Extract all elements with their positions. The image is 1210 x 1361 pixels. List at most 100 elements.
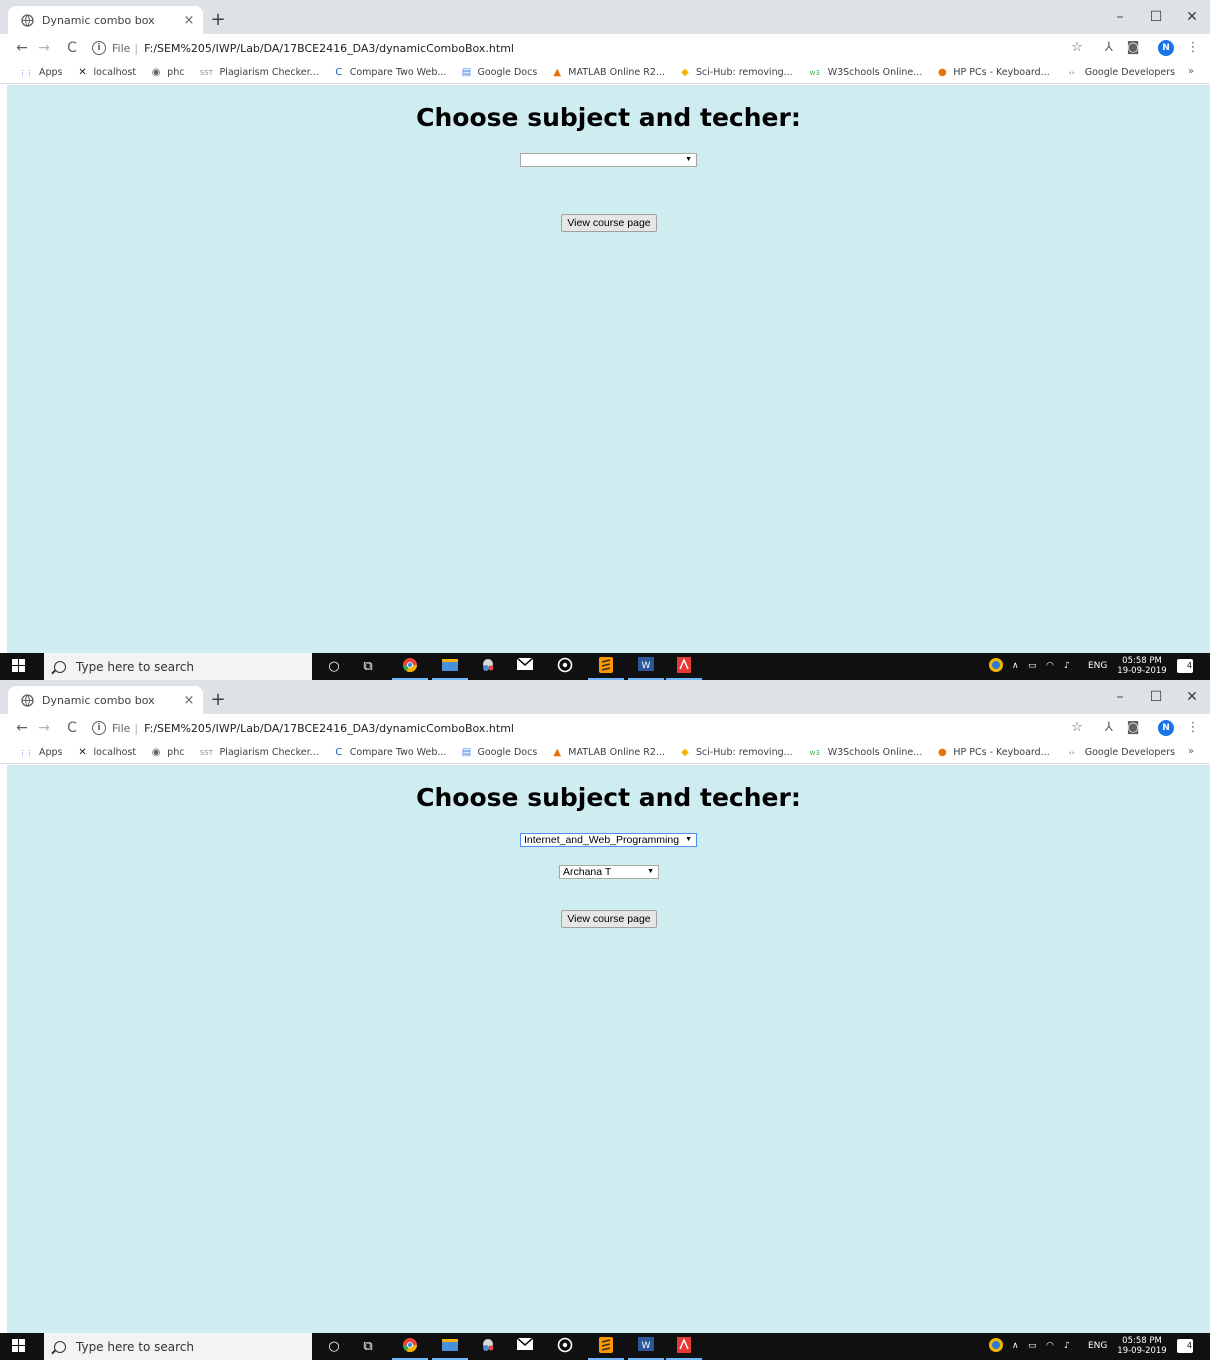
bookmark-item[interactable]: ▤ Google Docs xyxy=(460,67,538,79)
tab-active[interactable]: Dynamic combo box × xyxy=(8,686,203,714)
reload-icon[interactable]: C xyxy=(62,38,82,58)
bookmark-item[interactable]: ✕ localhost xyxy=(77,67,136,79)
chrome-icon[interactable] xyxy=(392,657,428,680)
reload-icon[interactable]: C xyxy=(62,718,82,738)
mail-icon[interactable] xyxy=(515,1337,535,1356)
back-arrow-icon[interactable]: ← xyxy=(12,718,32,738)
bookmark-item[interactable]: C Compare Two Web... xyxy=(333,67,446,79)
sublime-text-icon[interactable] xyxy=(588,1337,624,1360)
taskbar-search-box[interactable]: Type here to search xyxy=(44,1333,312,1360)
help-icon[interactable] xyxy=(986,1337,1006,1356)
bookmark-item[interactable]: ‹› Google Developers xyxy=(1064,747,1175,759)
address-bar[interactable]: i File | F:/SEM%205/IWP/Lab/DA/17BCE2416… xyxy=(92,717,1092,739)
bookmark-item[interactable]: ● HP PCs - Keyboard... xyxy=(936,67,1050,79)
bookmark-star-icon[interactable]: ☆ xyxy=(1068,719,1086,737)
bookmark-item[interactable]: ◉ phc xyxy=(150,67,185,79)
file-explorer-icon[interactable] xyxy=(432,1337,468,1360)
maximize-icon[interactable]: ☐ xyxy=(1138,6,1174,28)
language-indicator[interactable]: ENG xyxy=(1088,653,1107,680)
task-view-icon[interactable]: ⧉ xyxy=(358,657,378,676)
menu-dots-icon[interactable]: ⋮ xyxy=(1184,719,1202,737)
window-close-icon[interactable]: ✕ xyxy=(1174,6,1210,28)
back-arrow-icon[interactable]: ← xyxy=(12,38,32,58)
bookmarks-overflow-icon[interactable]: » xyxy=(1188,66,1194,77)
bookmark-item[interactable]: ✕ localhost xyxy=(77,747,136,759)
close-tab-icon[interactable]: × xyxy=(179,13,199,28)
subject-select[interactable]: ▼ xyxy=(520,153,697,167)
bookmark-item[interactable]: ▤ Google Docs xyxy=(460,747,538,759)
window-close-icon[interactable]: ✕ xyxy=(1174,686,1210,708)
info-icon[interactable]: i xyxy=(92,41,106,55)
new-tab-button[interactable]: + xyxy=(207,9,229,31)
task-view-icon[interactable]: ⧉ xyxy=(358,1337,378,1356)
cortana-icon[interactable]: ○ xyxy=(324,657,344,676)
snipping-tool-icon[interactable] xyxy=(478,1337,498,1356)
taskbar-clock[interactable]: 05:58 PM 19-09-2019 xyxy=(1116,1336,1168,1356)
help-icon[interactable] xyxy=(986,657,1006,676)
info-icon[interactable]: i xyxy=(92,721,106,735)
language-indicator[interactable]: ENG xyxy=(1088,1333,1107,1360)
word-icon[interactable]: W xyxy=(628,1337,664,1360)
tray-chevron-icon[interactable]: ∧ xyxy=(1012,653,1019,680)
tab-active[interactable]: Dynamic combo box × xyxy=(8,6,203,34)
view-course-page-button[interactable]: View course page xyxy=(561,214,657,232)
bookmark-item[interactable]: SST Plagiarism Checker... xyxy=(198,67,319,79)
profile-avatar[interactable]: N xyxy=(1158,720,1174,736)
minimize-icon[interactable]: – xyxy=(1102,686,1138,708)
wifi-icon[interactable]: ◠ xyxy=(1046,1333,1054,1360)
bookmark-item[interactable]: ◆ Sci-Hub: removing... xyxy=(679,747,793,759)
acrobat-extension-icon[interactable]: ⅄ xyxy=(1100,39,1118,57)
bookmark-item[interactable]: ◉ phc xyxy=(150,747,185,759)
acrobat-extension-icon[interactable]: ⅄ xyxy=(1100,719,1118,737)
taskbar-search-box[interactable]: Type here to search xyxy=(44,653,312,680)
tray-chevron-icon[interactable]: ∧ xyxy=(1012,1333,1019,1360)
minimize-icon[interactable]: – xyxy=(1102,6,1138,28)
volume-icon[interactable]: ♪ xyxy=(1064,1333,1070,1360)
bookmark-item[interactable]: w3 W3Schools Online... xyxy=(807,747,923,759)
bookmark-item[interactable]: w3 W3Schools Online... xyxy=(807,67,923,79)
bookmark-item[interactable]: C Compare Two Web... xyxy=(333,747,446,759)
close-tab-icon[interactable]: × xyxy=(179,693,199,708)
sublime-text-icon[interactable] xyxy=(588,657,624,680)
word-icon[interactable]: W xyxy=(628,657,664,680)
wifi-icon[interactable]: ◠ xyxy=(1046,653,1054,680)
view-course-page-button[interactable]: View course page xyxy=(561,910,657,928)
bookmark-item[interactable]: ◆ Sci-Hub: removing... xyxy=(679,67,793,79)
bookmark-item[interactable]: ⋮⋮ Apps xyxy=(18,67,63,79)
menu-dots-icon[interactable]: ⋮ xyxy=(1184,39,1202,57)
acrobat-reader-icon[interactable] xyxy=(666,1337,702,1360)
bookmark-item[interactable]: ‹› Google Developers xyxy=(1064,67,1175,79)
bookmarks-overflow-icon[interactable]: » xyxy=(1188,746,1194,757)
notification-center-icon[interactable]: 4 xyxy=(1177,659,1193,673)
volume-icon[interactable]: ♪ xyxy=(1064,653,1070,680)
bookmark-item[interactable]: ▲ MATLAB Online R2... xyxy=(551,747,665,759)
teacher-select[interactable]: Archana T ▼ xyxy=(559,865,659,879)
w3schools-icon: w3 xyxy=(809,68,820,77)
maximize-icon[interactable]: ☐ xyxy=(1138,686,1174,708)
profile-avatar[interactable]: N xyxy=(1158,40,1174,56)
address-bar[interactable]: i File | F:/SEM%205/IWP/Lab/DA/17BCE2416… xyxy=(92,37,1092,59)
groove-music-icon[interactable] xyxy=(555,657,575,676)
snipping-tool-icon[interactable] xyxy=(478,657,498,676)
bookmark-item[interactable]: ● HP PCs - Keyboard... xyxy=(936,747,1050,759)
camera-extension-icon[interactable]: ◙ xyxy=(1124,39,1142,57)
new-tab-button[interactable]: + xyxy=(207,689,229,711)
forward-arrow-icon[interactable]: → xyxy=(34,718,54,738)
acrobat-reader-icon[interactable] xyxy=(666,657,702,680)
bookmark-item[interactable]: ⋮⋮ Apps xyxy=(18,747,63,759)
subject-select[interactable]: Internet_and_Web_Programming ▼ xyxy=(520,833,697,847)
chrome-icon[interactable] xyxy=(392,1337,428,1360)
bookmark-item[interactable]: SST Plagiarism Checker... xyxy=(198,747,319,759)
camera-extension-icon[interactable]: ◙ xyxy=(1124,719,1142,737)
bookmark-item[interactable]: ▲ MATLAB Online R2... xyxy=(551,67,665,79)
notification-center-icon[interactable]: 4 xyxy=(1177,1339,1193,1353)
windows-start-icon[interactable] xyxy=(12,1339,26,1353)
file-explorer-icon[interactable] xyxy=(432,657,468,680)
forward-arrow-icon[interactable]: → xyxy=(34,38,54,58)
cortana-icon[interactable]: ○ xyxy=(324,1337,344,1356)
taskbar-clock[interactable]: 05:58 PM 19-09-2019 xyxy=(1116,656,1168,676)
groove-music-icon[interactable] xyxy=(555,1337,575,1356)
windows-start-icon[interactable] xyxy=(12,659,26,673)
mail-icon[interactable] xyxy=(515,657,535,676)
bookmark-star-icon[interactable]: ☆ xyxy=(1068,39,1086,57)
